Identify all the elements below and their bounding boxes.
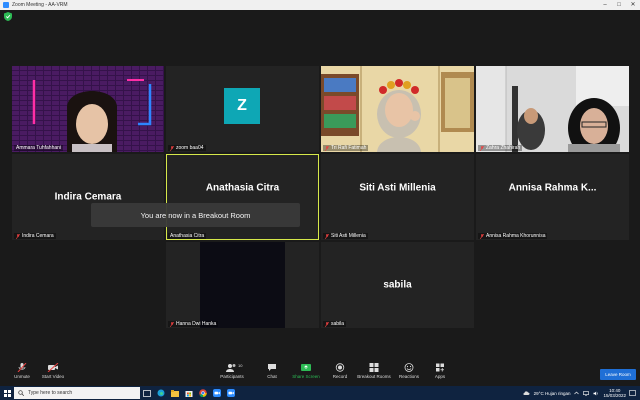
- volume-icon[interactable]: [593, 391, 599, 396]
- avatar: Z: [224, 88, 260, 124]
- muted-mic-icon: [170, 321, 174, 327]
- zoom-app-icon: [3, 2, 9, 8]
- task-view-icon[interactable]: [140, 386, 154, 400]
- participant-name-label: Anathasia Citra: [168, 233, 207, 239]
- record-icon: [335, 363, 345, 372]
- participant-tile[interactable]: Annisa Rahma K... Annisa Rahma Khorunnis…: [476, 154, 629, 240]
- meeting-toolbar: Unmute Start Video Participants 10 Chat …: [0, 361, 640, 386]
- participant-video: [321, 66, 474, 152]
- participant-tile[interactable]: sabila sabila: [321, 242, 474, 328]
- weather-icon: [523, 391, 530, 395]
- participant-tile[interactable]: Tri Rafi Fatimah: [321, 66, 474, 152]
- start-video-button[interactable]: Start Video: [31, 363, 75, 379]
- meeting-top-bar: [0, 10, 640, 24]
- participant-name-label: Zahra Zhahirah: [478, 145, 523, 151]
- muted-mic-icon: [480, 145, 484, 151]
- participant-display-name: Anathasia Citra: [205, 182, 280, 194]
- chevron-up-icon[interactable]: [574, 391, 580, 395]
- apps-button[interactable]: Apps: [418, 363, 462, 379]
- file-explorer-icon[interactable]: [168, 386, 182, 400]
- participant-name-label: Indira Cemara: [14, 233, 56, 239]
- participants-count: 10: [238, 363, 243, 368]
- participants-icon: [226, 364, 236, 372]
- mic-muted-icon: [17, 363, 27, 372]
- active-speaker-tile[interactable]: Anathasia Citra Anathasia Citra: [166, 154, 319, 240]
- participant-tile[interactable]: Indira Cemara Indira Cemara: [12, 154, 164, 240]
- participant-name-label: sabila: [323, 321, 347, 327]
- participant-name-label: Annisa Rahma Khorunnisa: [478, 233, 548, 239]
- notification-icon[interactable]: [629, 389, 636, 397]
- participant-video: [12, 66, 164, 152]
- video-off-icon: [47, 363, 59, 372]
- participant-name-label: zoom baa04: [168, 145, 206, 151]
- participant-display-name: Indira Cemara: [54, 191, 122, 203]
- network-icon[interactable]: [583, 390, 590, 396]
- apps-icon: [436, 363, 444, 372]
- muted-mic-icon: [325, 321, 329, 327]
- participant-display-name: Siti Asti Millenia: [359, 182, 436, 194]
- minimize-button[interactable]: –: [598, 0, 612, 10]
- participant-video: [200, 242, 285, 328]
- breakout-room-notice: You are now in a Breakout Room: [91, 203, 300, 227]
- participant-name-label: Siti Asti Millenia: [323, 233, 368, 239]
- chrome-icon[interactable]: [196, 386, 210, 400]
- title-bar: Zoom Meeting - AA-VRM – □ ✕: [0, 0, 640, 10]
- participant-name-label: Tri Rafi Fatimah: [323, 145, 369, 151]
- participants-button[interactable]: Participants 10: [210, 363, 254, 379]
- muted-mic-icon: [325, 233, 329, 239]
- breakout-rooms-icon: [369, 363, 379, 372]
- participant-tile[interactable]: Zahra Zhahirah: [476, 66, 629, 152]
- weather-text[interactable]: 29°C Hujan ringan: [534, 391, 571, 396]
- participant-display-name: Annisa Rahma K...: [508, 182, 597, 194]
- maximize-button[interactable]: □: [612, 0, 626, 10]
- share-screen-icon: [301, 364, 311, 371]
- chat-icon: [268, 364, 276, 371]
- reactions-icon: [404, 363, 414, 372]
- leave-room-button[interactable]: Leave Room: [600, 369, 636, 380]
- store-icon[interactable]: [182, 386, 196, 400]
- participant-name-label: Hanna Dwi Hanka: [168, 321, 219, 327]
- participant-video: [476, 66, 629, 152]
- taskbar-search-box[interactable]: Type here to search: [14, 387, 140, 399]
- start-button[interactable]: [0, 386, 14, 400]
- security-shield-icon[interactable]: [4, 12, 12, 21]
- system-tray: 29°C Hujan ringan 10:40 15/03/2022: [523, 386, 626, 400]
- muted-mic-icon: [170, 145, 174, 151]
- participant-tile[interactable]: Hanna Dwi Hanka: [166, 242, 319, 328]
- participant-tile[interactable]: Siti Asti Millenia Siti Asti Millenia: [321, 154, 474, 240]
- taskbar-clock[interactable]: 10:40 15/03/2022: [603, 388, 626, 398]
- zoom-taskbar-icon[interactable]: [210, 386, 224, 400]
- participant-tile[interactable]: Ammara Tuhfahhani: [12, 66, 164, 152]
- windows-logo-icon: [3, 389, 11, 397]
- participant-tile[interactable]: Z zoom baa04: [166, 66, 319, 152]
- windows-taskbar: Type here to search 29°C Hujan ringan 10…: [0, 386, 640, 400]
- participant-display-name: sabila: [383, 279, 412, 291]
- edge-browser-icon[interactable]: [154, 386, 168, 400]
- close-button[interactable]: ✕: [626, 0, 640, 10]
- muted-mic-icon: [325, 145, 329, 151]
- muted-mic-icon: [480, 233, 484, 239]
- zoom-meeting-taskbar-icon[interactable]: [224, 386, 238, 400]
- participant-name-label: Ammara Tuhfahhani: [14, 145, 64, 151]
- muted-mic-icon: [16, 233, 20, 239]
- window-title: Zoom Meeting - AA-VRM: [12, 2, 68, 8]
- search-icon: [18, 390, 24, 396]
